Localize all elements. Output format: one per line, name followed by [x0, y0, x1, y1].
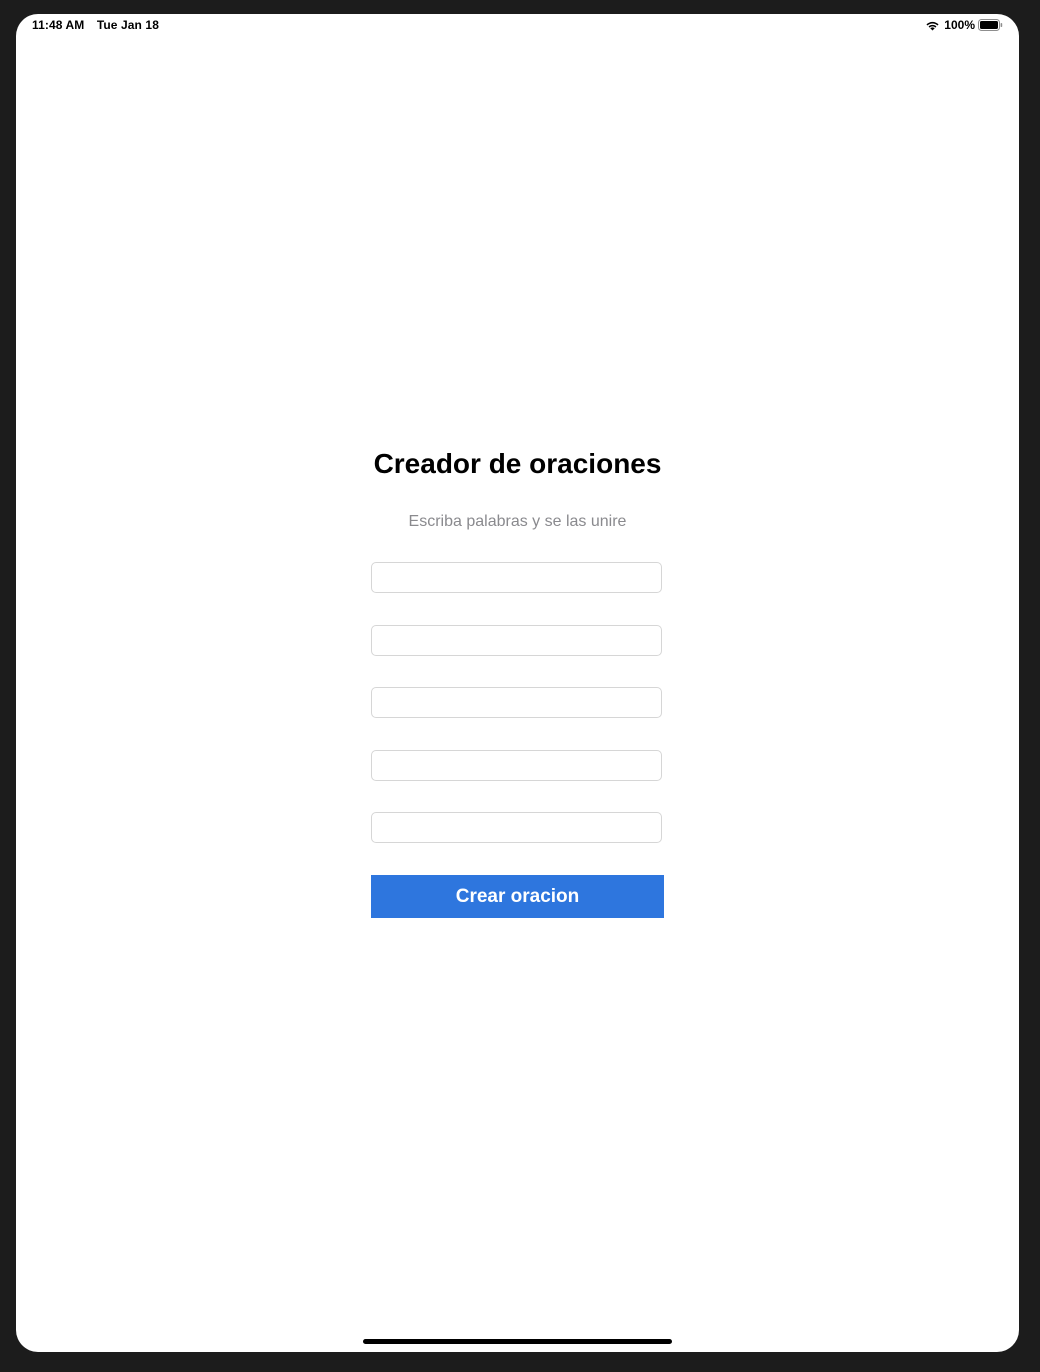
status-time: 11:48 AM — [32, 18, 85, 32]
device-screen: 11:48 AM Tue Jan 18 100% Creador de orac… — [16, 14, 1019, 1352]
battery-percent: 100% — [944, 18, 975, 32]
battery-icon — [978, 19, 1003, 31]
wifi-icon — [926, 21, 939, 31]
word-input-2[interactable] — [371, 625, 662, 656]
home-indicator[interactable] — [363, 1339, 672, 1344]
word-input-4[interactable] — [371, 750, 662, 781]
word-input-1[interactable] — [371, 562, 662, 593]
create-sentence-button[interactable]: Crear oracion — [371, 875, 664, 918]
page-subtitle: Escriba palabras y se las unire — [408, 513, 627, 530]
word-input-3[interactable] — [371, 687, 662, 718]
word-input-5[interactable] — [371, 812, 662, 843]
status-right: 100% — [925, 18, 1003, 32]
status-bar: 11:48 AM Tue Jan 18 100% — [16, 14, 1019, 38]
page-title: Creador de oraciones — [373, 448, 662, 479]
status-date: Tue Jan 18 — [96, 18, 159, 32]
status-left: 11:48 AM Tue Jan 18 — [32, 18, 168, 32]
